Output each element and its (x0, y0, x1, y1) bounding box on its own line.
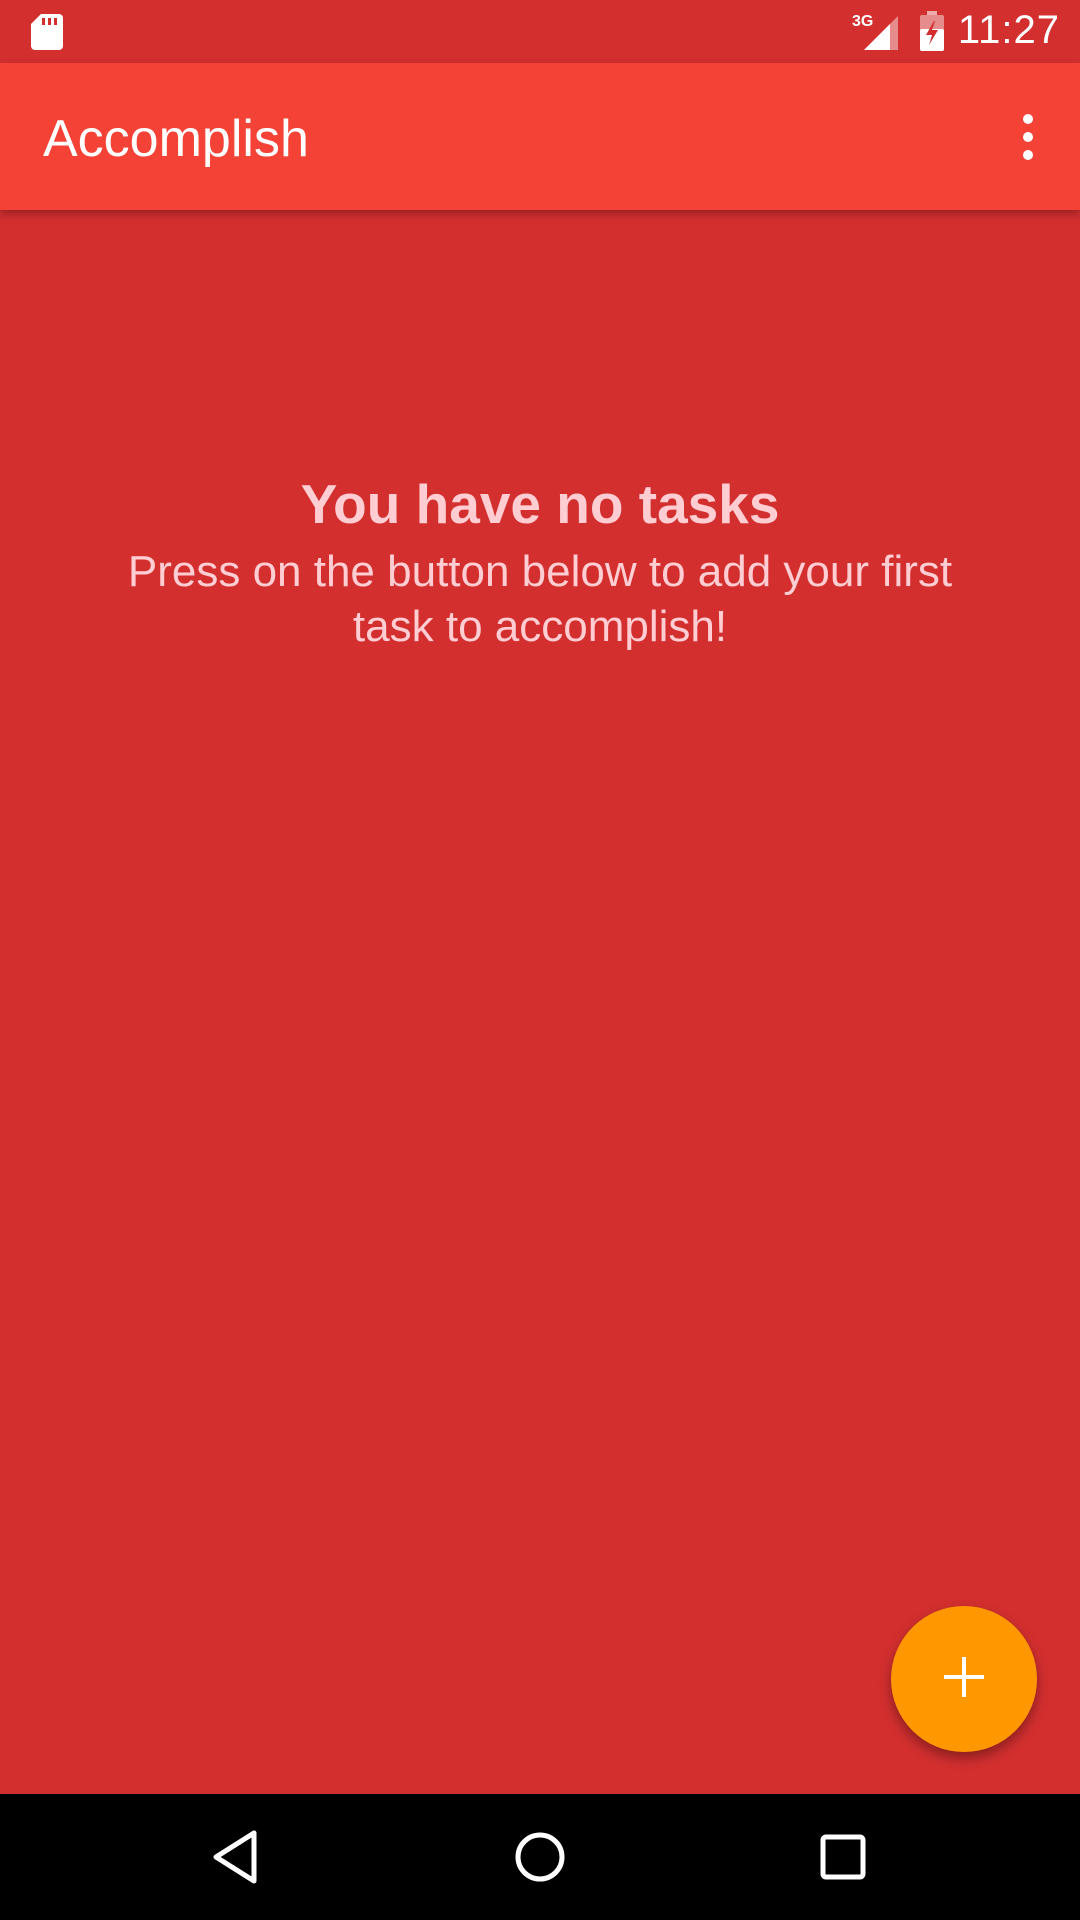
signal-icon: 3G (852, 12, 902, 50)
home-icon (514, 1831, 566, 1888)
navigation-bar (0, 1794, 1080, 1920)
recents-button[interactable] (808, 1824, 878, 1894)
status-clock: 11:27 (957, 8, 1060, 52)
empty-state-subtitle: Press on the button below to add your fi… (127, 547, 953, 651)
menu-dot (1023, 132, 1033, 142)
back-button[interactable] (200, 1824, 270, 1894)
task-list-area: You have no tasks Press on the button be… (0, 210, 1080, 1794)
app-bar: Accomplish (0, 63, 1080, 210)
recents-icon (820, 1834, 866, 1885)
menu-dot (1023, 150, 1033, 160)
battery-charging-icon (918, 11, 946, 51)
app-title: Accomplish (43, 110, 309, 168)
sd-card-icon (31, 14, 63, 50)
empty-state-title: You have no tasks (300, 473, 780, 535)
home-button[interactable] (505, 1824, 575, 1894)
back-icon (210, 1829, 260, 1890)
add-task-button[interactable] (891, 1606, 1037, 1752)
plus-icon (942, 1655, 986, 1704)
status-bar: 3G 11:27 (0, 0, 1080, 63)
menu-dot (1023, 114, 1033, 124)
network-type-label: 3G (852, 13, 873, 30)
overflow-menu-icon[interactable] (1000, 103, 1056, 171)
